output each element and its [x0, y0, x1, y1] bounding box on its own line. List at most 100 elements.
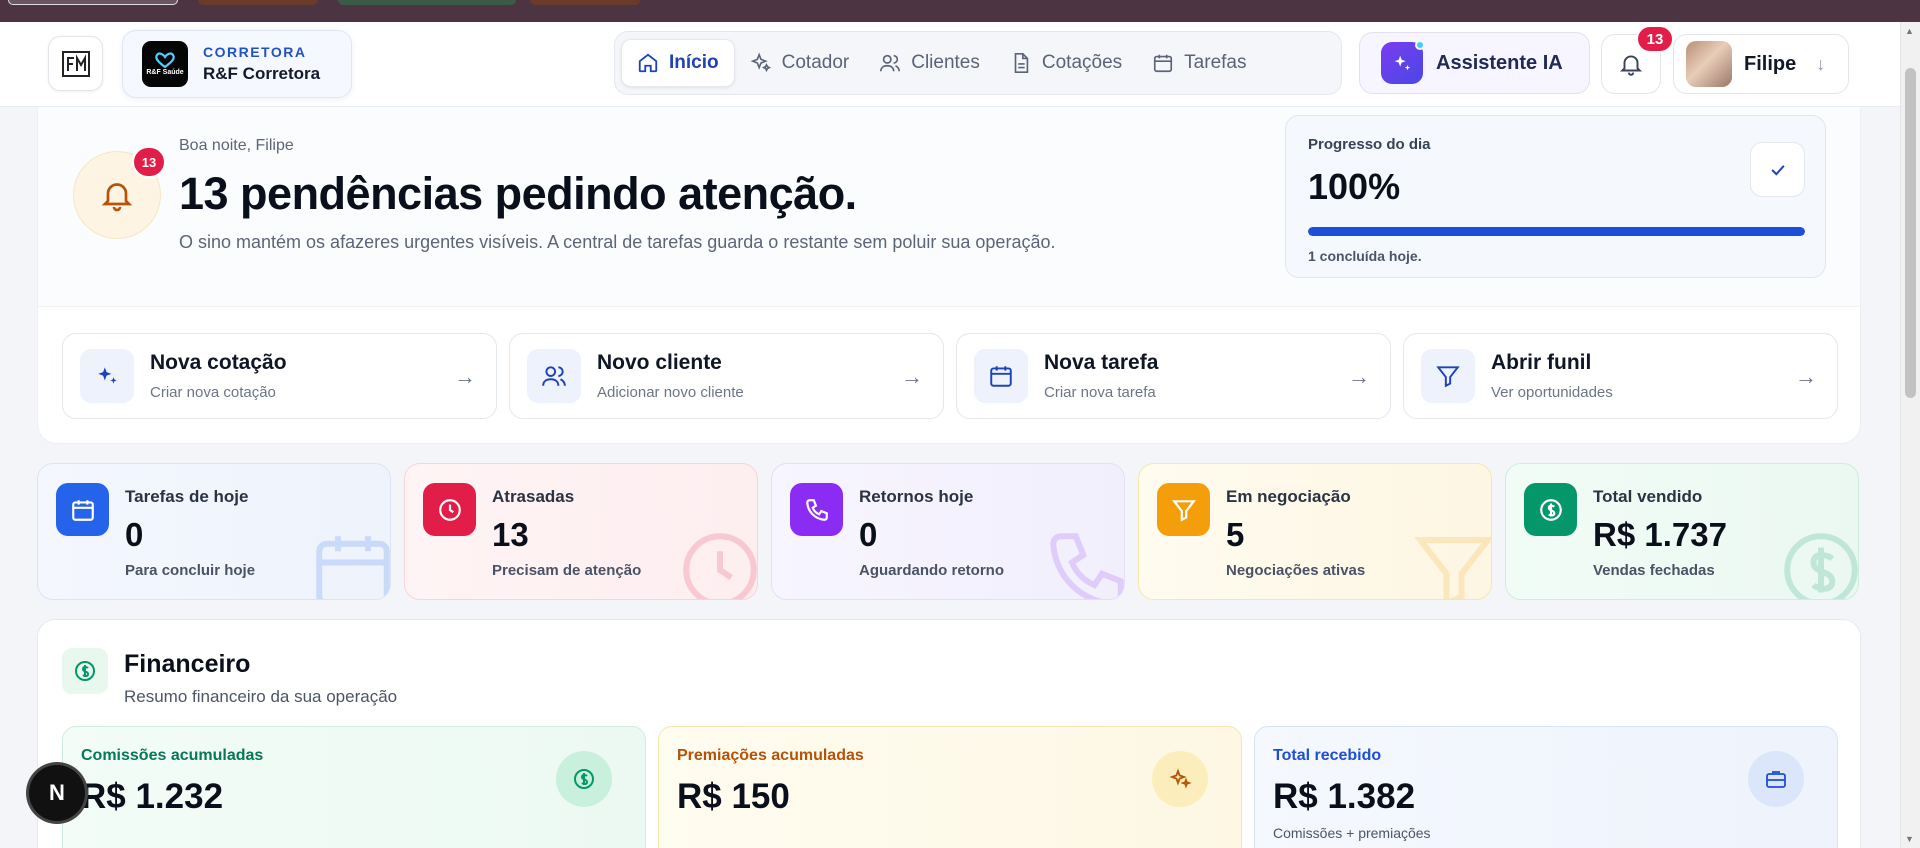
org-kicker: CORRETORA: [203, 44, 307, 60]
progress-note: 1 concluída hoje.: [1308, 248, 1422, 264]
stat-em-negociacao[interactable]: Em negociação 5 Negociações ativas: [1138, 463, 1492, 600]
alerts-bell[interactable]: 13: [73, 146, 166, 239]
action-desc: Criar nova cotação: [150, 384, 276, 401]
nextjs-dev-button[interactable]: N: [29, 765, 85, 821]
funnel-icon: [1436, 366, 1460, 388]
stat-value: 0: [859, 516, 878, 553]
org-name: R&F Corretora: [203, 64, 321, 83]
bell-icon: [101, 183, 133, 212]
phone-icon: [805, 498, 828, 521]
stat-value: 5: [1226, 516, 1245, 553]
stat-value: R$ 1.737: [1593, 516, 1727, 553]
nextjs-label: N: [49, 780, 65, 805]
finance-section: Financeiro Resumo financeiro da sua oper…: [37, 619, 1861, 848]
section-title: Financeiro: [124, 650, 251, 678]
stat-label: Retornos hoje: [859, 487, 974, 506]
finance-cards: Comissões acumuladas R$ 1.232 Premiações…: [62, 726, 1838, 848]
dollar-icon: [1539, 498, 1562, 521]
tab-tarefas[interactable]: Tarefas: [1137, 39, 1261, 87]
ai-assistant-label: Assistente IA: [1436, 51, 1563, 74]
stat-label: Em negociação: [1226, 487, 1351, 506]
hero-summary: 13 Boa noite, Filipe 13 pendências pedin…: [38, 107, 1860, 307]
card-total-recebido[interactable]: Total recebido R$ 1.382 Comissões + prem…: [1254, 726, 1838, 848]
stat-desc: Para concluir hoje: [125, 562, 256, 579]
stat-label: Tarefas de hoje: [125, 487, 249, 506]
stat-atrasadas[interactable]: Atrasadas 13 Precisam de atenção: [404, 463, 758, 600]
card-value: R$ 150: [677, 777, 790, 816]
tab-label: Clientes: [911, 52, 980, 73]
org-logo: R&F Saúde: [142, 41, 188, 87]
tab-cotacoes[interactable]: Cotações: [995, 39, 1137, 87]
action-nova-tarefa[interactable]: Nova tarefa Criar nova tarefa →: [956, 333, 1391, 419]
arrow-right-icon: →: [1348, 364, 1370, 389]
action-desc: Criar nova tarefa: [1044, 384, 1156, 401]
sparkles-icon: [1152, 751, 1208, 807]
notifications-badge: 13: [1636, 25, 1674, 53]
card-value: R$ 1.232: [81, 777, 224, 816]
users-icon: [542, 366, 566, 386]
users-icon: [880, 54, 901, 72]
browser-top-strip: [0, 0, 1920, 22]
stat-tarefas-hoje[interactable]: Tarefas de hoje 0 Para concluir hoje: [37, 463, 391, 600]
dollar-watermark-icon: [1784, 533, 1858, 599]
notifications-button[interactable]: 13: [1601, 25, 1674, 94]
calendar-watermark-icon: [316, 536, 390, 599]
action-novo-cliente[interactable]: Novo cliente Adicionar novo cliente →: [509, 333, 944, 419]
greeting: Boa noite, Filipe: [179, 137, 294, 154]
funnel-watermark-icon: [1414, 537, 1491, 599]
action-title: Abrir funil: [1491, 351, 1592, 374]
scroll-down-icon[interactable]: ▼: [1905, 834, 1914, 844]
action-nova-cotacao[interactable]: Nova cotação Criar nova cotação →: [62, 333, 497, 419]
stats-row: Tarefas de hoje 0 Para concluir hoje Atr…: [37, 463, 1859, 600]
stat-total-vendido[interactable]: Total vendido R$ 1.737 Vendas fechadas: [1505, 463, 1859, 600]
dollar-icon: [556, 751, 612, 807]
stat-desc: Precisam de atenção: [492, 562, 642, 579]
action-desc: Adicionar novo cliente: [597, 384, 744, 401]
card-value: R$ 1.382: [1273, 777, 1416, 816]
funnel-icon: [1171, 499, 1196, 522]
phone-watermark-icon: [1050, 533, 1124, 599]
progress-title: Progresso do dia: [1308, 136, 1431, 153]
user-menu[interactable]: Filipe ↓: [1673, 34, 1849, 94]
calendar-icon: [1154, 54, 1173, 73]
sparkles-icon: [750, 52, 771, 73]
app-logo[interactable]: [48, 36, 103, 91]
stat-label: Total vendido: [1593, 487, 1703, 506]
daily-progress-card: Progresso do dia 100% 1 concluída hoje.: [1285, 115, 1826, 278]
action-desc: Ver oportunidades: [1491, 384, 1613, 401]
card-comissoes[interactable]: Comissões acumuladas R$ 1.232: [62, 726, 646, 848]
tab-cotador[interactable]: Cotador: [735, 39, 865, 87]
action-abrir-funil[interactable]: Abrir funil Ver oportunidades →: [1403, 333, 1838, 419]
alerts-badge: 13: [132, 146, 166, 178]
stat-desc: Negociações ativas: [1226, 562, 1366, 579]
briefcase-icon: [1748, 751, 1804, 807]
action-title: Novo cliente: [597, 351, 722, 374]
stat-retornos-hoje[interactable]: Retornos hoje 0 Aguardando retorno: [771, 463, 1125, 600]
fm-logo-icon: [61, 50, 90, 77]
organization-switcher[interactable]: R&F Saúde CORRETORA R&F Corretora: [122, 30, 352, 98]
tab-inicio[interactable]: Início: [621, 39, 735, 87]
calendar-icon: [990, 366, 1012, 387]
page-scrollbar[interactable]: ▲ ▼: [1900, 22, 1920, 848]
ai-assistant-button[interactable]: Assistente IA: [1359, 32, 1590, 94]
hero-panel: 13 Boa noite, Filipe 13 pendências pedin…: [37, 107, 1861, 444]
tab-label: Início: [669, 52, 719, 73]
user-name: Filipe: [1744, 52, 1797, 75]
tab-clientes[interactable]: Clientes: [864, 39, 995, 87]
ai-sparkles-icon: [1381, 40, 1425, 84]
arrow-right-icon: →: [901, 364, 923, 389]
check-button[interactable]: [1750, 142, 1805, 197]
dollar-icon: [62, 648, 108, 694]
bell-icon: [1619, 55, 1643, 76]
card-premiacoes[interactable]: Premiações acumuladas R$ 150: [658, 726, 1242, 848]
scroll-up-icon[interactable]: ▲: [1905, 26, 1914, 36]
page-subtitle: O sino mantém os afazeres urgentes visív…: [179, 232, 1056, 252]
stat-desc: Aguardando retorno: [859, 562, 1004, 579]
progress-bar: [1308, 227, 1805, 236]
card-note: Comissões + premiações: [1273, 825, 1431, 841]
arrow-right-icon: →: [454, 364, 476, 389]
quick-actions: Nova cotação Criar nova cotação → Novo cl…: [62, 333, 1838, 419]
progress-bar-fill: [1308, 227, 1805, 236]
card-label: Total recebido: [1273, 747, 1382, 764]
scrollbar-thumb[interactable]: [1905, 68, 1916, 398]
